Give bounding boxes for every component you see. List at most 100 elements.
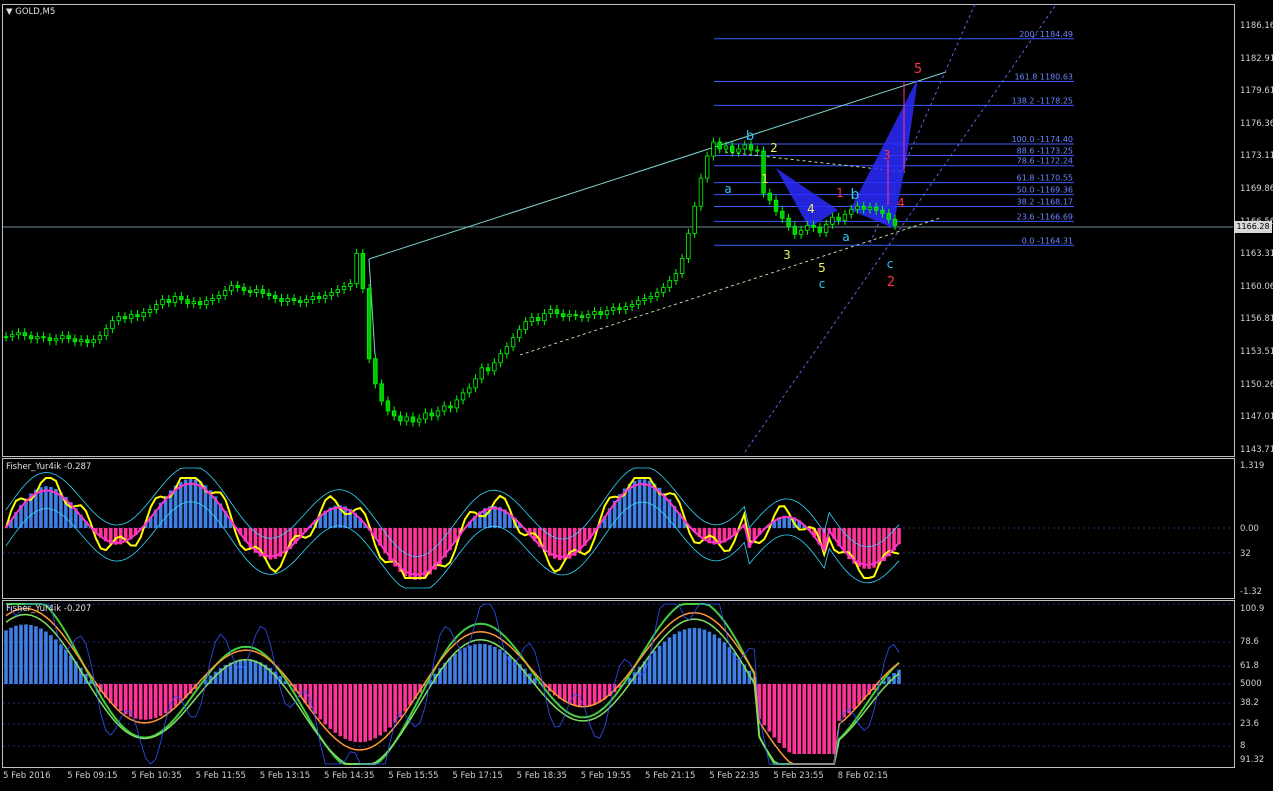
histogram-bar [652,650,657,684]
candle-body [573,314,578,317]
candle-body [679,258,685,274]
histogram-bar [782,684,787,748]
candle-body [805,224,810,231]
candle-body [567,314,572,318]
candle-body [554,309,560,315]
candle-body [767,192,772,201]
price-scale-label: 1147.01 [1240,412,1273,423]
histogram-bar [513,659,517,684]
histogram-bar [273,528,278,559]
candle-body [97,335,103,341]
candle-body [291,298,297,301]
dropdown-triangle-icon[interactable]: ▼ [6,7,13,17]
histogram-bar [562,684,567,702]
candle-body [210,298,215,301]
candle-body [47,337,53,342]
time-axis-label: 5 Feb 11:55 [195,771,246,781]
histogram-bar [582,684,587,707]
price-scale-label: 1143.71 [1240,444,1273,455]
histogram-bar [59,644,63,684]
histogram-bar [787,684,792,753]
trend-line-lower-dashed [519,217,941,356]
indicator-2-scale-label: 23.6 [1240,719,1259,729]
histogram-bar [672,634,677,684]
wave-label: 3 [783,248,791,262]
indicator-2-scale-label: 38.2 [1240,698,1259,708]
histogram-bar [832,684,836,754]
histogram-bar [173,684,178,707]
candle-body [773,199,779,212]
candle-body [460,392,466,401]
candle-body [273,295,278,299]
histogram-bar [408,684,412,706]
histogram-bar [143,684,148,720]
candle-body [260,289,265,294]
time-axis-label: 5 Feb 09:15 [67,771,118,781]
candle-body [667,280,672,288]
candle-body [85,339,90,344]
wave-label: 5 [914,62,922,77]
indicator-2-scale-label: 91.32 [1240,755,1265,765]
candle-body [316,296,322,299]
candle-body [122,316,128,320]
indicator-1-scale-label: 32 [1240,549,1251,559]
candle-body [842,213,848,221]
histogram-bar [587,684,592,706]
wave-label: c [819,277,826,291]
histogram-bar [732,652,737,684]
candle-body [736,148,741,153]
fib-level-label: 138.2 -1178.25 [1012,96,1073,105]
candle-body [623,306,628,310]
candle-body [448,405,453,409]
histogram-bar [812,684,816,754]
current-price-box: 1166.28 [1234,221,1272,233]
time-axis-label: 5 Feb 23:55 [773,771,824,781]
wave-label: 1 [836,186,844,200]
candle-body [792,225,798,235]
histogram-bar [4,630,8,684]
histogram-bar [562,528,567,561]
candle-body [241,287,247,291]
candle-body [748,144,754,151]
histogram-bar [493,646,497,684]
candle-body [698,177,704,207]
histogram-bar [423,528,427,578]
histogram-bar [483,644,487,684]
histogram-bar [148,684,153,720]
candle-body [473,378,478,389]
candle-body [204,300,209,305]
histogram-bar [478,643,482,684]
candle-body [179,296,184,300]
histogram-bar [637,479,642,528]
candle-body [266,293,272,296]
histogram-bar [897,669,901,684]
candle-body [373,358,378,385]
candle-body [354,253,359,284]
histogram-bar [458,650,462,684]
candle-body [686,232,691,259]
indicator-2-title: Fisher_Yur4ik -0.207 [6,604,92,614]
time-axis-label: 8 Feb 02:15 [837,771,888,781]
histogram-bar [353,684,358,742]
candle-body [28,335,34,340]
histogram-bar [762,684,767,726]
wave-label: 4 [897,196,905,210]
signal-line [5,482,900,576]
histogram-bar [488,645,492,684]
fib-level-label: 23.6 -1166.69 [1017,212,1073,221]
candle-body [429,412,434,417]
symbol-title[interactable]: ▼ GOLD,M5 [6,7,55,17]
candle-body [711,141,716,157]
histogram-bar [463,647,467,684]
candle-body [404,416,409,422]
wave-label: 5 [818,261,826,275]
candle-body [780,210,785,219]
candle-body [755,149,760,152]
wave-label: 1 [761,172,769,186]
candle-body [285,298,290,302]
candle-body [329,292,334,296]
histogram-bar [657,645,662,684]
candle-body [147,309,153,314]
histogram-bar [797,684,802,754]
histogram-bar [468,645,472,684]
